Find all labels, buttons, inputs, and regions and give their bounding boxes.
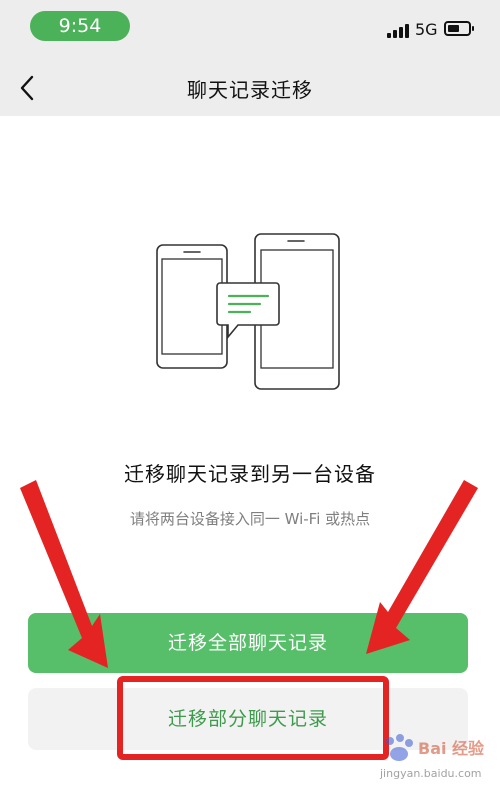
network-label: 5G	[415, 20, 438, 39]
headline: 迁移聊天记录到另一台设备	[124, 462, 376, 486]
baidu-watermark: Bai 经验 jingyan.baidu.com	[378, 733, 496, 785]
migrate-all-button[interactable]: 迁移全部聊天记录	[28, 613, 468, 673]
chat-migration-screen: 9:54 5G 聊天记录迁移 迁移聊天记录到另一台设备 请将两台设备接入同一 W…	[0, 0, 500, 789]
status-time: 9:54	[30, 11, 130, 41]
status-bar: 9:54 5G	[0, 0, 500, 60]
nav-bar: 聊天记录迁移	[0, 60, 500, 116]
watermark-logo-text: Bai 经验	[418, 739, 485, 758]
watermark-url: jingyan.baidu.com	[380, 767, 482, 780]
battery-icon	[444, 21, 474, 36]
signal-icon	[387, 22, 411, 38]
instruction-text: 请将两台设备接入同一 Wi-Fi 或热点	[129, 510, 371, 528]
paw-logo-icon	[386, 734, 413, 761]
page-title: 聊天记录迁移	[187, 78, 313, 102]
phone-transfer-icon	[156, 233, 340, 390]
